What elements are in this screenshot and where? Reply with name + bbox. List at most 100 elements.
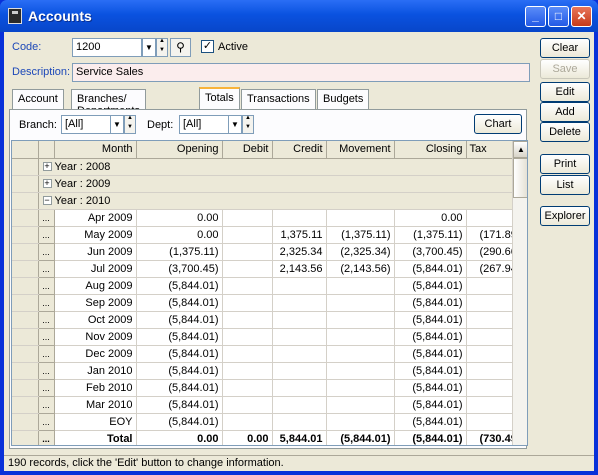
cell-credit bbox=[272, 328, 327, 346]
group-row[interactable]: − Year : 2010 bbox=[12, 192, 525, 210]
row-detail-button[interactable]: ... bbox=[37, 429, 55, 445]
col-month[interactable]: Month bbox=[54, 141, 137, 159]
delete-button[interactable]: Delete bbox=[540, 122, 590, 142]
grid-vertical-scrollbar[interactable]: ▲ bbox=[512, 141, 527, 445]
table-row[interactable]: ... Jan 2010 (5,844.01) (5,844.01) bbox=[12, 361, 525, 380]
group-row[interactable]: + Year : 2008 bbox=[12, 158, 525, 176]
cell-credit bbox=[272, 311, 327, 329]
table-row[interactable]: ... Jul 2009 (3,700.45) 2,143.56 (2,143.56)(… bbox=[12, 259, 525, 278]
table-row[interactable]: ... Apr 2009 0.00 0.00 bbox=[12, 208, 525, 227]
branch-spinner[interactable] bbox=[124, 115, 136, 134]
table-row[interactable]: ... Mar 2010 (5,844.01) (5,844.01) bbox=[12, 395, 525, 414]
table-row[interactable]: ... Aug 2009 (5,844.01) (5,844.01) bbox=[12, 276, 525, 295]
table-row[interactable]: ... Sep 2009 (5,844.01) (5,844.01) bbox=[12, 293, 525, 312]
cell-closing: (5,844.01) bbox=[394, 328, 467, 346]
cell-opening: (5,844.01) bbox=[136, 379, 223, 397]
chart-button[interactable]: Chart bbox=[474, 114, 522, 134]
cell-month: Mar 2010 bbox=[54, 396, 137, 414]
cell-debit bbox=[222, 260, 273, 278]
cell-opening: 0.00 bbox=[136, 209, 223, 227]
minimize-button[interactable]: _ bbox=[525, 6, 546, 27]
row-detail-button[interactable]: ... bbox=[37, 361, 55, 380]
branch-label: Branch: bbox=[19, 119, 57, 131]
total-row[interactable]: ... Total 0.00 0.00 5,844.01 (5,844.01) (5,844… bbox=[12, 429, 525, 445]
col-movement[interactable]: Movement bbox=[326, 141, 395, 159]
row-detail-button[interactable]: ... bbox=[37, 378, 55, 397]
dept-spinner[interactable] bbox=[242, 115, 254, 134]
code-input[interactable]: 1200 bbox=[72, 38, 142, 57]
expand-icon[interactable]: + bbox=[42, 162, 52, 172]
row-indicator bbox=[12, 311, 39, 329]
maximize-button[interactable]: □ bbox=[548, 6, 569, 27]
row-detail-button[interactable]: ... bbox=[37, 293, 55, 312]
add-button[interactable]: Add bbox=[540, 102, 590, 122]
col-debit[interactable]: Debit bbox=[222, 141, 273, 159]
description-label: Description: bbox=[12, 66, 71, 78]
clear-button[interactable]: Clear bbox=[540, 38, 590, 58]
table-row[interactable]: ... Dec 2009 (5,844.01) (5,844.01) bbox=[12, 344, 525, 363]
cell-credit bbox=[272, 396, 327, 414]
group-row[interactable]: + Year : 2009 bbox=[12, 175, 525, 193]
row-detail-button[interactable]: ... bbox=[37, 310, 55, 329]
cell-month: Sep 2009 bbox=[54, 294, 137, 312]
tab-totals[interactable]: Totals bbox=[199, 87, 240, 109]
collapse-icon[interactable]: − bbox=[42, 196, 52, 206]
col-opening[interactable]: Opening bbox=[136, 141, 223, 159]
row-indicator bbox=[12, 345, 39, 363]
status-bar: 190 records, click the 'Edit' button to … bbox=[4, 455, 594, 471]
app-icon bbox=[8, 8, 22, 24]
row-detail-button[interactable]: ... bbox=[37, 259, 55, 278]
active-checkbox[interactable]: ✓ bbox=[201, 40, 214, 53]
table-row[interactable]: ... Jun 2009 (1,375.11) 2,325.34 (2,325.34)(… bbox=[12, 242, 525, 261]
row-detail-button[interactable]: ... bbox=[37, 276, 55, 295]
save-button[interactable]: Save bbox=[540, 59, 590, 79]
description-input[interactable]: Service Sales bbox=[72, 63, 530, 82]
totals-grid[interactable]: Month Opening Debit Credit Movement Clos… bbox=[11, 140, 528, 446]
dept-dropdown-button[interactable]: ▼ bbox=[228, 115, 242, 134]
title-bar[interactable]: Accounts _ □ ✕ bbox=[0, 0, 598, 32]
row-indicator bbox=[12, 277, 39, 295]
scroll-up-icon[interactable]: ▲ bbox=[513, 141, 527, 158]
table-row[interactable]: ... Feb 2010 (5,844.01) (5,844.01) bbox=[12, 378, 525, 397]
row-detail-button[interactable]: ... bbox=[37, 327, 55, 346]
cell-movement: (1,375.11) bbox=[326, 226, 395, 244]
row-detail-button[interactable]: ... bbox=[37, 242, 55, 261]
tab-branches-departments[interactable]: Branches/ Departments bbox=[71, 89, 146, 117]
binoculars-icon[interactable]: ⚲ bbox=[170, 38, 191, 57]
row-detail-button[interactable]: ... bbox=[37, 395, 55, 414]
edit-button[interactable]: Edit bbox=[540, 82, 590, 102]
col-closing[interactable]: Closing bbox=[394, 141, 467, 159]
row-indicator bbox=[12, 158, 39, 176]
tab-transactions[interactable]: Transactions bbox=[241, 89, 316, 109]
explorer-button[interactable]: Explorer bbox=[540, 206, 590, 226]
list-button[interactable]: List bbox=[540, 175, 590, 195]
cell-credit bbox=[272, 362, 327, 380]
scroll-thumb[interactable] bbox=[513, 158, 527, 198]
cell-month: Dec 2009 bbox=[54, 345, 137, 363]
close-button[interactable]: ✕ bbox=[571, 6, 592, 27]
code-spinner[interactable] bbox=[156, 38, 168, 57]
cell-month: Jan 2010 bbox=[54, 362, 137, 380]
row-detail-button[interactable]: ... bbox=[37, 412, 55, 431]
table-row[interactable]: ... Oct 2009 (5,844.01) (5,844.01) bbox=[12, 310, 525, 329]
row-indicator bbox=[12, 396, 39, 414]
print-button[interactable]: Print bbox=[540, 154, 590, 174]
cell-opening: (5,844.01) bbox=[136, 396, 223, 414]
branch-select[interactable]: [All] bbox=[61, 115, 111, 134]
cell-movement bbox=[326, 345, 395, 363]
table-row[interactable]: ... EOY (5,844.01) (5,844.01) bbox=[12, 412, 525, 431]
tab-account[interactable]: Account bbox=[12, 89, 64, 109]
code-dropdown-button[interactable]: ▼ bbox=[142, 38, 156, 57]
col-credit[interactable]: Credit bbox=[272, 141, 327, 159]
row-detail-button[interactable]: ... bbox=[37, 225, 55, 244]
cell-credit: 5,844.01 bbox=[272, 430, 327, 445]
table-row[interactable]: ... May 2009 0.00 1,375.11 (1,375.11) (1,375.… bbox=[12, 225, 525, 244]
expand-icon[interactable]: + bbox=[42, 179, 52, 189]
row-detail-button[interactable]: ... bbox=[37, 344, 55, 363]
row-detail-button[interactable]: ... bbox=[37, 208, 55, 227]
cell-opening: (5,844.01) bbox=[136, 328, 223, 346]
table-row[interactable]: ... Nov 2009 (5,844.01) (5,844.01) bbox=[12, 327, 525, 346]
dept-select[interactable]: [All] bbox=[179, 115, 229, 134]
tab-budgets[interactable]: Budgets bbox=[317, 89, 370, 109]
branch-dropdown-button[interactable]: ▼ bbox=[110, 115, 124, 134]
